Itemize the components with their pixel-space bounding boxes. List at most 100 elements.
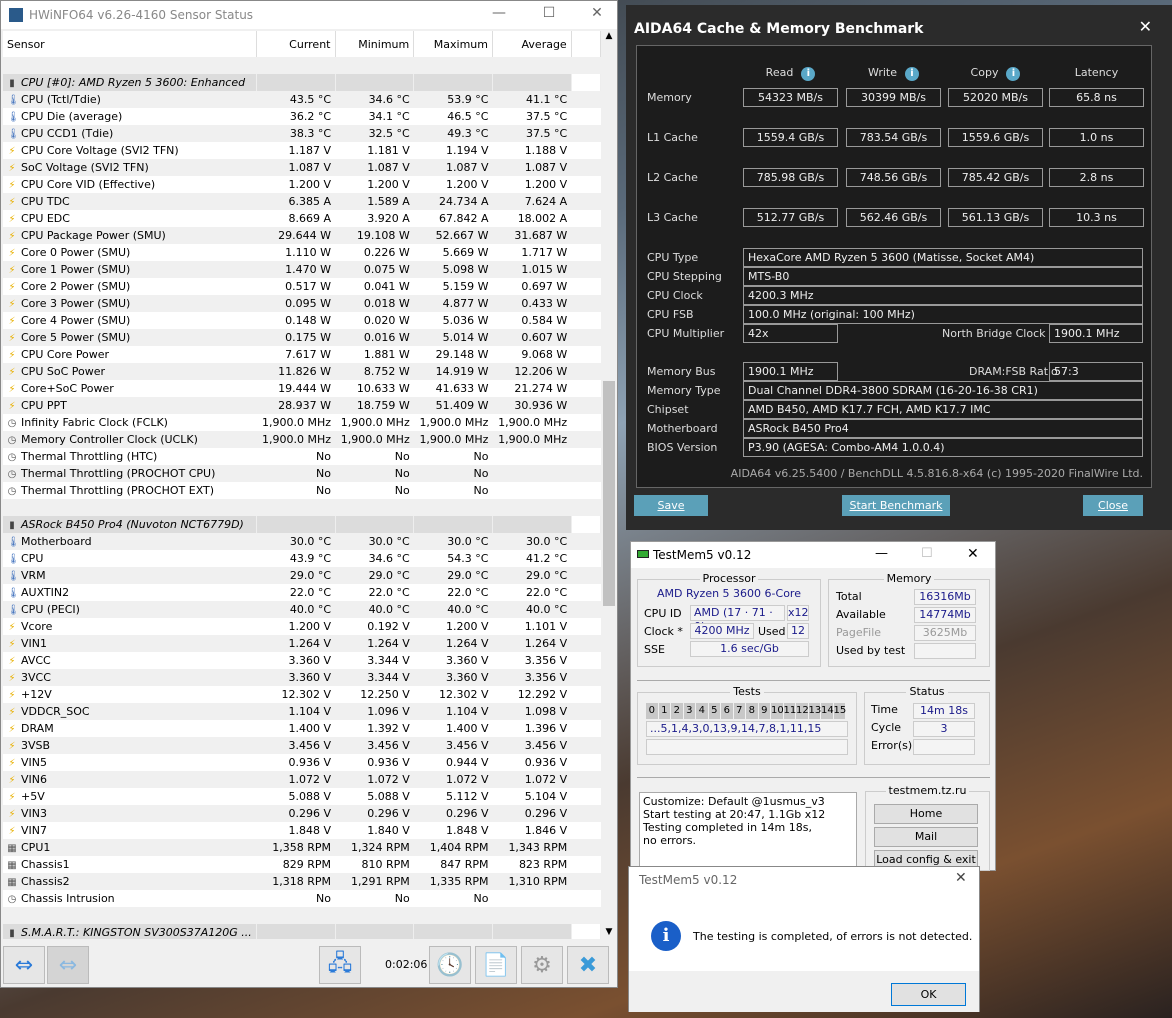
sensor-row[interactable]: ⚡ VIN6 1.072 V 1.072 V 1.072 V 1.072 V bbox=[3, 771, 601, 788]
sensor-row[interactable]: ⚡ CPU EDC 8.669 A 3.920 A 67.842 A 18.002 A bbox=[3, 210, 601, 227]
sensor-row[interactable]: 🌡CPU (PECI) 40.0 °C 40.0 °C 40.0 °C 40.0 °C bbox=[3, 601, 601, 618]
sensor-row[interactable]: ⚡ +5V 5.088 V 5.088 V 5.112 V 5.104 V bbox=[3, 788, 601, 805]
average-value: 30.936 W bbox=[492, 397, 572, 414]
temp-icon: 🌡 bbox=[7, 129, 20, 140]
sensor-row[interactable]: ⚡ CPU Core VID (Effective) 1.200 V 1.200 V 1… bbox=[3, 176, 601, 193]
sensor-row[interactable]: ⚡ CPU SoC Power 11.826 W 8.752 W 14.919 W 12.… bbox=[3, 363, 601, 380]
sensor-label: VIN3 bbox=[21, 807, 47, 820]
column-header-maximum[interactable]: Maximum bbox=[413, 31, 493, 57]
sensor-row[interactable]: ⚡ Core 0 Power (SMU) 1.110 W 0.226 W 5.669 W… bbox=[3, 244, 601, 261]
collapse-columns-button[interactable]: ⇔ bbox=[47, 946, 89, 984]
log-textarea[interactable]: Customize: Default @1usmus_v3 Start test… bbox=[639, 792, 857, 872]
sensor-row[interactable]: ⚡ CPU Package Power (SMU) 29.644 W 19.108 W… bbox=[3, 227, 601, 244]
sensor-row[interactable]: 🌡Motherboard 30.0 °C 30.0 °C 30.0 °C 30.0 °C bbox=[3, 533, 601, 550]
sensor-row[interactable]: ⚡ DRAM 1.400 V 1.392 V 1.400 V 1.396 V bbox=[3, 720, 601, 737]
sensor-row[interactable]: ⚡ Core+SoC Power 19.444 W 10.633 W 41.633 W 2… bbox=[3, 380, 601, 397]
sensor-row[interactable]: ◷ Infinity Fabric Clock (FCLK) 1,900.0 MHz… bbox=[3, 414, 601, 431]
sensor-row[interactable]: ⚡ AVCC 3.360 V 3.344 V 3.360 V 3.356 V bbox=[3, 652, 601, 669]
sensor-row[interactable]: ⚡ 3VSB 3.456 V 3.456 V 3.456 V 3.456 V bbox=[3, 737, 601, 754]
sensor-group-row[interactable]: ▮ ASRock B450 Pro4 (Nuvoton NCT6779D) bbox=[3, 516, 601, 533]
sensor-row[interactable]: ⚡ Core 4 Power (SMU) 0.148 W 0.020 W 5.036 W… bbox=[3, 312, 601, 329]
sensor-group-row[interactable]: ▮ S.M.A.R.T.: KINGSTON SV300S37A120G ... bbox=[3, 924, 601, 939]
maximize-button[interactable]: ☐ bbox=[921, 546, 933, 561]
start-benchmark-button[interactable]: Start Benchmark bbox=[842, 495, 950, 516]
sensor-name: ⚡ Core 3 Power (SMU) bbox=[3, 295, 257, 312]
sensor-row[interactable]: ◷ Thermal Throttling (PROCHOT CPU) No No No bbox=[3, 465, 601, 482]
minimum-value: 40.0 °C bbox=[335, 601, 414, 618]
minimize-button[interactable]: — bbox=[875, 546, 888, 561]
ok-button[interactable]: OK bbox=[891, 983, 966, 1006]
save-button[interactable]: Save bbox=[634, 495, 708, 516]
sensor-row[interactable]: ⚡ CPU TDC 6.385 A 1.589 A 24.734 A 7.624 A bbox=[3, 193, 601, 210]
sensor-table: Sensor Current Minimum Maximum Average ▮ CPU [… bbox=[3, 31, 601, 939]
sensor-row[interactable]: ⚡ 3VCC 3.360 V 3.344 V 3.360 V 3.356 V bbox=[3, 669, 601, 686]
sensor-label: S.M.A.R.T.: KINGSTON SV300S37A120G ... bbox=[21, 926, 252, 939]
maximize-button[interactable]: ☐ bbox=[539, 5, 559, 21]
sensor-row[interactable]: ⚡ CPU PPT 28.937 W 18.759 W 51.409 W 30.936 W bbox=[3, 397, 601, 414]
close-icon[interactable]: ✕ bbox=[1139, 17, 1152, 36]
clock-reset-button[interactable]: 🕓 bbox=[429, 946, 471, 984]
sensor-row[interactable]: ⚡ Core 1 Power (SMU) 1.470 W 0.075 W 5.098 W… bbox=[3, 261, 601, 278]
sensor-row[interactable]: ◷ Thermal Throttling (HTC) No No No bbox=[3, 448, 601, 465]
sensor-row[interactable]: ⚡ CPU Core Power 7.617 W 1.881 W 29.148 W 9.0… bbox=[3, 346, 601, 363]
empty-cell bbox=[571, 618, 600, 635]
sensor-row[interactable]: ⚡ VDDCR_SOC 1.104 V 1.096 V 1.104 V 1.098 V bbox=[3, 703, 601, 720]
column-header-average[interactable]: Average bbox=[492, 31, 572, 57]
fan-icon: ▦ bbox=[7, 860, 17, 871]
sensor-row[interactable]: ◷ Chassis Intrusion No No No bbox=[3, 890, 601, 907]
close-button[interactable]: Close bbox=[1083, 495, 1143, 516]
sensor-row[interactable]: ▦ Chassis1 829 RPM 810 RPM 847 RPM 823 RPM bbox=[3, 856, 601, 873]
sensor-row[interactable]: 🌡CPU 43.9 °C 34.6 °C 54.3 °C 41.2 °C bbox=[3, 550, 601, 567]
minimize-button[interactable]: — bbox=[489, 5, 509, 21]
current-value: 0.148 W bbox=[285, 314, 331, 327]
sensor-row[interactable]: 🌡VRM 29.0 °C 29.0 °C 29.0 °C 29.0 °C bbox=[3, 567, 601, 584]
close-sensors-button[interactable]: ✖ bbox=[567, 946, 609, 984]
sensor-row[interactable]: ◷ Thermal Throttling (PROCHOT EXT) No No No bbox=[3, 482, 601, 499]
mail-button[interactable]: Mail bbox=[874, 827, 978, 847]
expand-columns-button[interactable]: ⇔ bbox=[3, 946, 45, 984]
sensor-row[interactable]: ⚡ VIN5 0.936 V 0.936 V 0.944 V 0.936 V bbox=[3, 754, 601, 771]
sensor-row[interactable]: 🌡AUXTIN2 22.0 °C 22.0 °C 22.0 °C 22.0 °C bbox=[3, 584, 601, 601]
sensor-row[interactable]: ⚡ VIN7 1.848 V 1.840 V 1.848 V 1.846 V bbox=[3, 822, 601, 839]
sensor-row[interactable]: ⚡ SoC Voltage (SVI2 TFN) 1.087 V 1.087 V 1.0… bbox=[3, 159, 601, 176]
info-icon[interactable]: i bbox=[801, 67, 816, 81]
info-icon[interactable]: i bbox=[1006, 67, 1021, 81]
current-value bbox=[256, 74, 336, 91]
sensor-row[interactable]: ⚡ Vcore 1.200 V 0.192 V 1.200 V 1.101 V bbox=[3, 618, 601, 635]
sensor-row[interactable]: ▦ CPU1 1,358 RPM 1,324 RPM 1,404 RPM 1,343 RP… bbox=[3, 839, 601, 856]
column-header-minimum[interactable]: Minimum bbox=[335, 31, 415, 57]
sensor-row[interactable]: ⚡ CPU Core Voltage (SVI2 TFN) 1.187 V 1.181… bbox=[3, 142, 601, 159]
sensor-row[interactable]: ⚡ VIN1 1.264 V 1.264 V 1.264 V 1.264 V bbox=[3, 635, 601, 652]
scrollbar-thumb[interactable] bbox=[603, 381, 615, 606]
scroll-up-icon[interactable]: ▲ bbox=[601, 31, 617, 41]
scroll-down-icon[interactable]: ▼ bbox=[601, 927, 617, 937]
sensor-row[interactable]: ▦ Chassis2 1,318 RPM 1,291 RPM 1,335 RPM 1,31… bbox=[3, 873, 601, 890]
sensor-row[interactable]: 🌡CPU CCD1 (Tdie) 38.3 °C 32.5 °C 49.3 °C 37.… bbox=[3, 125, 601, 142]
sensor-row[interactable]: ⚡ VIN3 0.296 V 0.296 V 0.296 V 0.296 V bbox=[3, 805, 601, 822]
info-icon[interactable]: i bbox=[905, 67, 920, 81]
sensor-row[interactable]: ⚡ Core 3 Power (SMU) 0.095 W 0.018 W 4.877 W… bbox=[3, 295, 601, 312]
close-button[interactable]: ✕ bbox=[967, 546, 979, 562]
settings-gear-icon[interactable]: ⚙ bbox=[521, 946, 563, 984]
sensor-row[interactable]: 🌡CPU Die (average) 36.2 °C 34.1 °C 46.5 °C 3… bbox=[3, 108, 601, 125]
empty-cell bbox=[571, 91, 601, 108]
column-header-current[interactable]: Current bbox=[256, 31, 336, 57]
network-icon[interactable]: 🖧 bbox=[319, 946, 361, 984]
sensor-row[interactable]: 🌡CPU (Tctl/Tdie) 43.5 °C 34.6 °C 53.9 °C 41.… bbox=[3, 91, 601, 108]
sensor-row[interactable]: ⚡ +12V 12.302 V 12.250 V 12.302 V 12.292 V bbox=[3, 686, 601, 703]
window-title: HWiNFO64 v6.26-4160 Sensor Status bbox=[29, 8, 254, 22]
sensor-row[interactable]: ⚡ Core 2 Power (SMU) 0.517 W 0.041 W 5.159 W… bbox=[3, 278, 601, 295]
close-icon[interactable]: ✕ bbox=[955, 870, 967, 886]
clock-icon: ◷ bbox=[7, 469, 17, 480]
column-header-sensor[interactable]: Sensor bbox=[3, 31, 257, 57]
average-value: 31.687 W bbox=[492, 227, 572, 244]
info-value: MTS-B0 bbox=[743, 267, 1143, 286]
dram-fsb-ratio-label: DRAM:FSB Ratio bbox=[969, 365, 1058, 378]
close-button[interactable]: ✕ bbox=[587, 5, 607, 21]
home-button[interactable]: Home bbox=[874, 804, 978, 824]
logging-button[interactable]: 📄 bbox=[475, 946, 517, 984]
sensor-group-row[interactable]: ▮ CPU [#0]: AMD Ryzen 5 3600: Enhanced bbox=[3, 74, 601, 91]
sensor-row[interactable]: ◷ Memory Controller Clock (UCLK) 1,900.0 M… bbox=[3, 431, 601, 448]
sensor-row[interactable]: ⚡ Core 5 Power (SMU) 0.175 W 0.016 W 5.014 W… bbox=[3, 329, 601, 346]
vertical-scrollbar[interactable]: ▲ ▼ bbox=[601, 31, 617, 939]
